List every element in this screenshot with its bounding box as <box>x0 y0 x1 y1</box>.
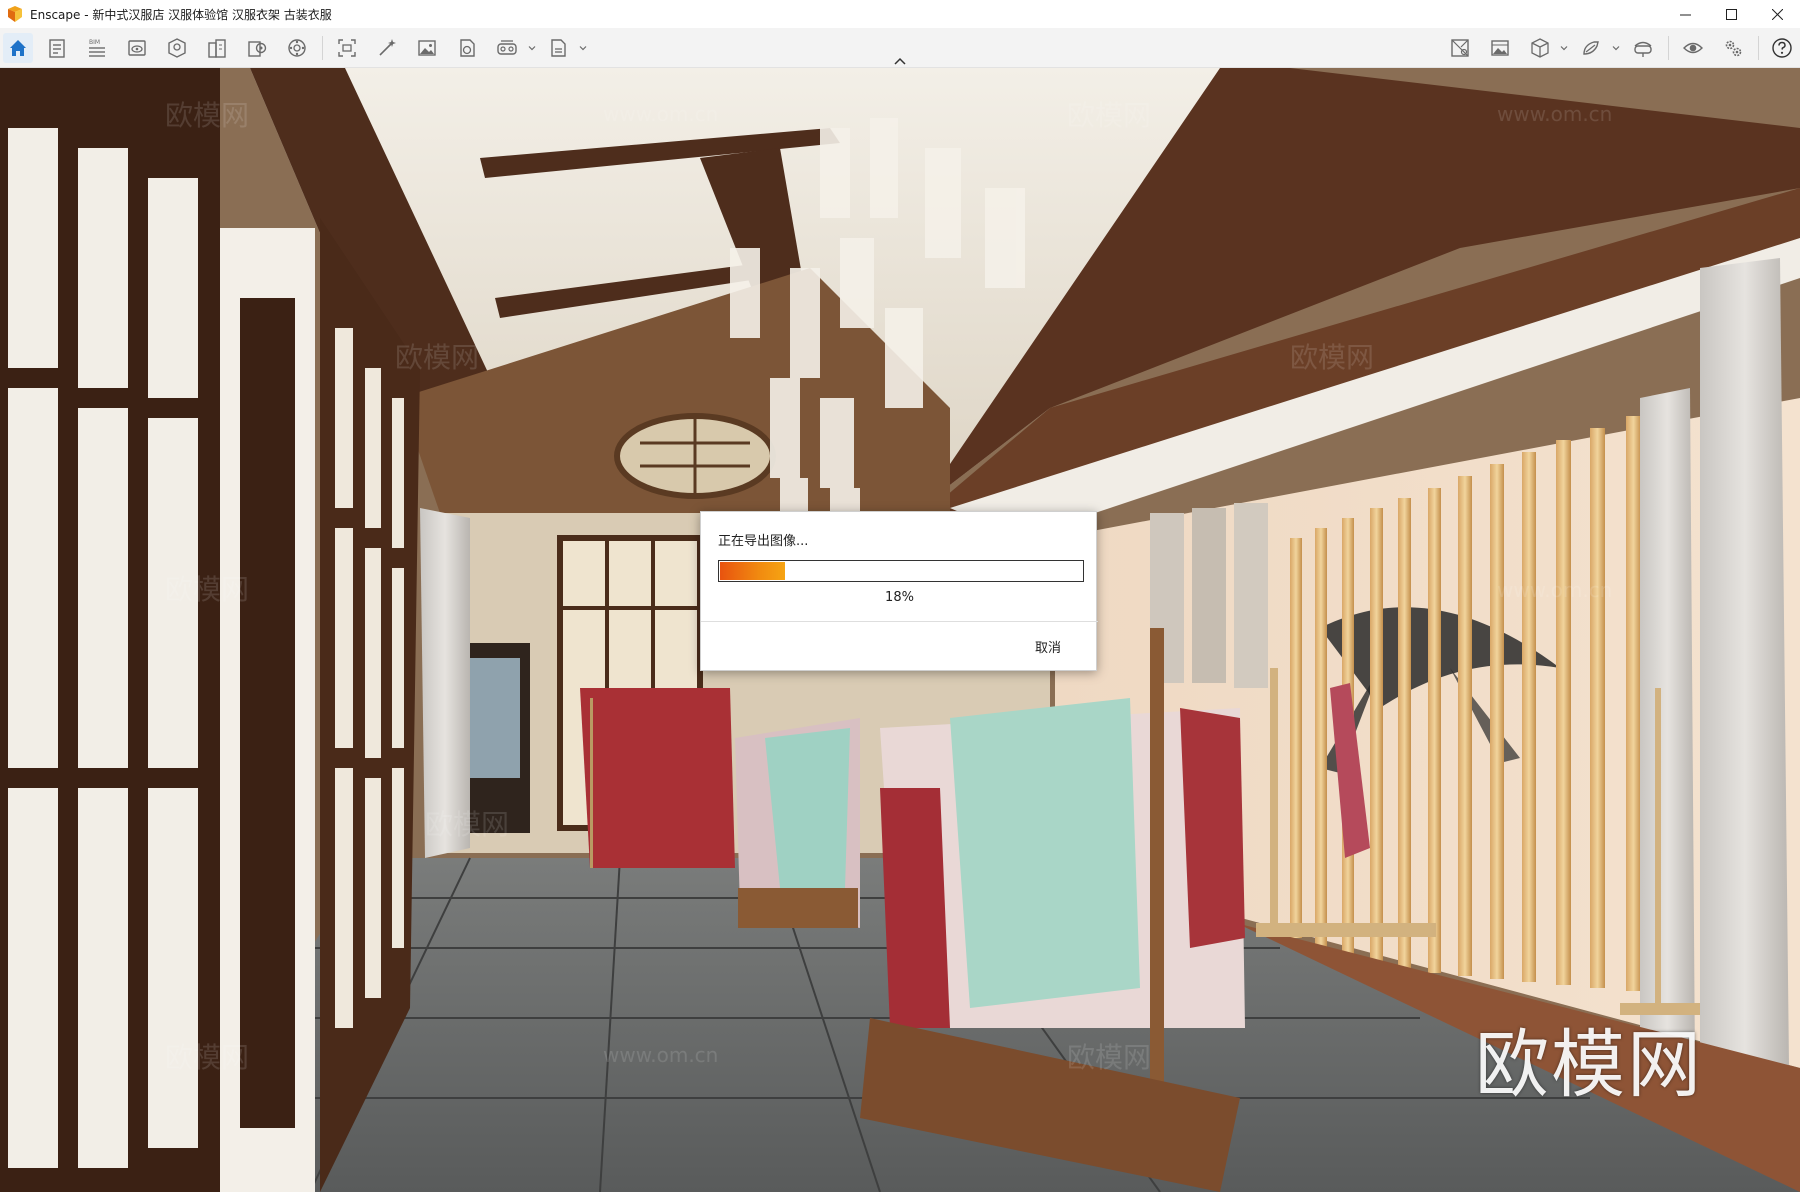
batch-export-icon <box>551 39 566 57</box>
gallery-button[interactable] <box>1485 33 1515 63</box>
window-title: Enscape - 新中式汉服店 汉服体验馆 汉服衣架 古装衣服 <box>30 7 332 22</box>
export-panorama-icon <box>460 39 475 57</box>
notes-button[interactable] <box>42 33 72 63</box>
sun-icon <box>288 39 306 57</box>
maximize-icon <box>1725 8 1737 20</box>
vr-icon <box>497 40 517 55</box>
window-controls <box>1662 0 1800 28</box>
maximize-button[interactable] <box>1708 0 1754 28</box>
chevron-down-icon <box>528 46 536 51</box>
chevron-up-icon[interactable] <box>893 56 907 66</box>
map-button[interactable] <box>1445 33 1475 63</box>
cube-button[interactable] <box>1525 33 1555 63</box>
settings-icon <box>1725 40 1742 57</box>
help-button[interactable] <box>1767 33 1797 63</box>
dialog-title: 正在导出图像... <box>718 534 809 549</box>
watermark-logo-text: 欧模网 <box>1475 1022 1703 1108</box>
enhance-icon <box>379 39 396 56</box>
minimize-button[interactable] <box>1662 0 1708 28</box>
notes-icon <box>49 39 65 58</box>
toolbar-separator <box>1758 36 1759 60</box>
progress-bar-fill <box>720 562 785 580</box>
views-button[interactable] <box>122 33 152 63</box>
map-icon <box>1451 39 1469 57</box>
material-editor-icon <box>248 41 267 57</box>
cube-icon <box>1531 38 1549 58</box>
bim-icon: BIM <box>89 39 105 57</box>
vr-dropdown-button[interactable] <box>527 41 537 55</box>
bim-button[interactable]: BIM <box>82 33 112 63</box>
material-editor-button[interactable] <box>242 33 272 63</box>
settings-button[interactable] <box>1718 33 1748 63</box>
views-icon <box>128 40 146 56</box>
gallery-icon <box>1491 40 1509 56</box>
enscape-logo-icon <box>8 6 22 22</box>
close-button[interactable] <box>1754 0 1800 28</box>
visibility-button[interactable] <box>1678 33 1708 63</box>
asset-library-icon <box>168 38 186 58</box>
screenshot-icon <box>338 39 356 57</box>
bim-label: BIM <box>89 39 100 46</box>
progress-bar <box>718 560 1084 582</box>
export-panorama-button[interactable] <box>452 33 482 63</box>
headset-icon <box>1634 41 1652 57</box>
chevron-down-icon <box>1612 46 1620 51</box>
help-icon <box>1772 38 1792 58</box>
screenshot-button[interactable] <box>332 33 362 63</box>
building-button[interactable] <box>202 33 232 63</box>
cancel-button[interactable]: 取消 <box>1035 637 1061 656</box>
cube-dropdown-button[interactable] <box>1559 41 1569 55</box>
toolbar-separator <box>1668 36 1669 60</box>
progress-percentage: 18% <box>885 590 914 605</box>
paint-dropdown-button[interactable] <box>1611 41 1621 55</box>
paint-button[interactable] <box>1576 33 1606 63</box>
chevron-down-icon <box>579 46 587 51</box>
toolbar-separator <box>322 36 323 60</box>
paint-icon <box>1583 41 1599 55</box>
headset-button[interactable] <box>1628 33 1658 63</box>
asset-library-button[interactable] <box>162 33 192 63</box>
title-bar: Enscape - 新中式汉服店 汉服体验馆 汉服衣架 古装衣服 <box>0 0 1800 28</box>
home-button[interactable] <box>3 33 33 63</box>
building-icon <box>208 39 226 58</box>
visibility-icon <box>1683 42 1703 54</box>
export-progress-dialog: 正在导出图像... 18% 取消 <box>700 511 1098 671</box>
vr-button[interactable] <box>492 33 522 63</box>
chevron-down-icon <box>1560 46 1568 51</box>
image-button[interactable] <box>412 33 442 63</box>
close-icon <box>1771 8 1783 20</box>
dialog-divider <box>701 621 1098 622</box>
minimize-icon <box>1679 14 1691 15</box>
batch-export-dropdown-button[interactable] <box>578 41 588 55</box>
enhance-button[interactable] <box>372 33 402 63</box>
batch-export-button[interactable] <box>543 33 573 63</box>
sun-button[interactable] <box>282 33 312 63</box>
home-icon <box>10 40 26 56</box>
image-icon <box>418 40 436 56</box>
